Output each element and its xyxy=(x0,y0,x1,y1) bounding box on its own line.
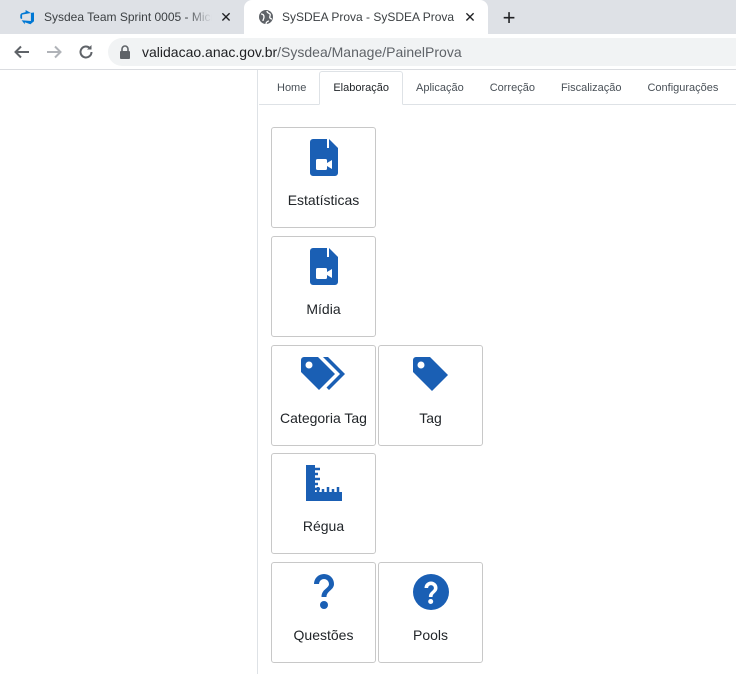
tile-label: Pools xyxy=(412,627,449,643)
question-circle-icon xyxy=(407,573,455,611)
url-host: validacao.anac.gov.br xyxy=(142,44,278,60)
browser-tab-devops[interactable]: Sysdea Team Sprint 0005 - Microsoft ✕ xyxy=(8,0,244,34)
tile-questoes[interactable]: Questões xyxy=(271,562,376,663)
tab-correcao[interactable]: Correção xyxy=(477,71,548,104)
tab-configuracoes[interactable]: Configurações xyxy=(634,71,731,104)
url-path: /Sysdea/Manage/PainelProva xyxy=(277,44,462,60)
close-icon[interactable]: ✕ xyxy=(218,9,234,25)
azure-devops-icon xyxy=(20,9,36,25)
tab-title: SySDEA Prova - SySDEA Prova xyxy=(282,10,455,24)
lock-icon xyxy=(118,45,132,59)
tab-fiscalizacao[interactable]: Fiscalização xyxy=(548,71,635,104)
close-icon[interactable]: ✕ xyxy=(462,9,478,25)
main-nav-tabs: Home Elaboração Aplicação Correção Fisca… xyxy=(259,70,736,105)
new-tab-plus-icon[interactable]: + xyxy=(498,5,520,30)
tile-label: Mídia xyxy=(306,301,341,317)
browser-tab-strip: Sysdea Team Sprint 0005 - Microsoft ✕ Sy… xyxy=(0,0,736,34)
tags-icon xyxy=(300,356,348,394)
tile-label: Estatísticas xyxy=(287,192,360,208)
forward-arrow-icon[interactable] xyxy=(40,38,68,66)
back-arrow-icon[interactable] xyxy=(8,38,36,66)
tile-label: Tag xyxy=(419,410,442,426)
tiles-panel: Estatísticas Mídia Categoria Tag Tag Rég… xyxy=(259,105,736,674)
tile-label: Régua xyxy=(302,518,345,534)
tile-label: Questões xyxy=(293,627,354,643)
reload-icon[interactable] xyxy=(72,38,100,66)
tile-label: Categoria Tag xyxy=(280,410,367,426)
question-icon xyxy=(300,573,348,611)
tag-icon xyxy=(407,356,455,394)
tab-elaboracao[interactable]: Elaboração xyxy=(319,71,403,105)
address-bar[interactable]: validacao.anac.gov.br/Sysdea/Manage/Pain… xyxy=(108,38,736,66)
globe-icon xyxy=(258,9,274,25)
ruler-combined-icon xyxy=(300,464,348,502)
tile-categoria-tag[interactable]: Categoria Tag xyxy=(271,345,376,446)
tab-home[interactable]: Home xyxy=(264,71,319,104)
browser-tab-sysdea[interactable]: SySDEA Prova - SySDEA Prova ✕ xyxy=(244,0,488,34)
page-left-blank-area xyxy=(0,70,258,674)
tile-pools[interactable]: Pools xyxy=(378,562,483,663)
tile-regua[interactable]: Régua xyxy=(271,453,376,554)
tile-midia[interactable]: Mídia xyxy=(271,236,376,337)
tab-title: Sysdea Team Sprint 0005 - Microsoft xyxy=(44,10,212,24)
tab-aplicacao[interactable]: Aplicação xyxy=(403,71,477,104)
tile-tag[interactable]: Tag xyxy=(378,345,483,446)
tile-estatisticas[interactable]: Estatísticas xyxy=(271,127,376,228)
file-video-icon xyxy=(300,138,348,176)
file-video-icon xyxy=(300,247,348,285)
browser-toolbar: validacao.anac.gov.br/Sysdea/Manage/Pain… xyxy=(0,34,736,70)
